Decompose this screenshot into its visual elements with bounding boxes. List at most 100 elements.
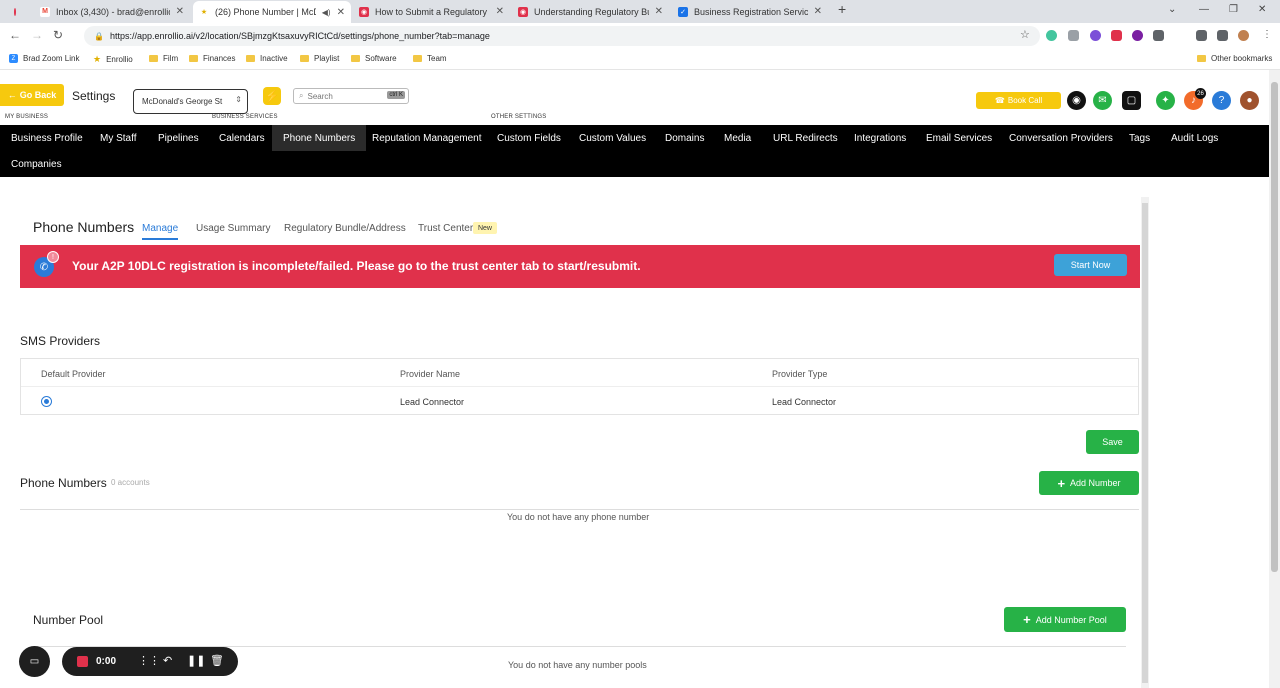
- scrollbar-thumb[interactable]: [1271, 82, 1278, 572]
- shortcut-hint: ctrl K: [387, 91, 405, 99]
- go-back-button[interactable]: ← Go Back: [0, 84, 64, 106]
- recording-timer: 0:00: [96, 656, 117, 667]
- nav-my-staff[interactable]: My Staff: [94, 125, 143, 151]
- browser-tab-phone-number[interactable]: ★ (26) Phone Number | McDon ◀) ✕: [193, 1, 351, 23]
- bookmark-star-icon[interactable]: ☆: [1020, 28, 1030, 41]
- profile-avatar[interactable]: [1238, 30, 1249, 41]
- empty-phone-numbers: You do not have any phone number: [507, 512, 650, 522]
- bookmark-folder[interactable]: Inactive: [246, 54, 288, 63]
- grid-icon[interactable]: ⋮⋮: [138, 654, 160, 667]
- save-button[interactable]: Save: [1086, 430, 1139, 454]
- bookmark-link[interactable]: Z Brad Zoom Link: [9, 54, 79, 63]
- download-icon[interactable]: [1196, 30, 1207, 41]
- bookmark-folder[interactable]: Team: [413, 54, 447, 63]
- chat-icon[interactable]: ✉: [1093, 91, 1112, 110]
- bookmark-folder[interactable]: Finances: [189, 54, 235, 63]
- nav-pipelines[interactable]: Pipelines: [152, 125, 205, 151]
- start-now-button[interactable]: Start Now: [1054, 254, 1127, 276]
- extension-icon[interactable]: [1046, 30, 1057, 41]
- nav-reputation-management[interactable]: Reputation Management: [366, 125, 488, 151]
- page-title: Phone Numbers: [33, 219, 135, 235]
- camera-toggle-icon[interactable]: ▭: [19, 646, 50, 677]
- reload-icon[interactable]: ↻: [53, 28, 63, 42]
- extension-icon[interactable]: [1090, 30, 1101, 41]
- user-avatar[interactable]: ●: [1240, 91, 1259, 110]
- close-window-button[interactable]: ✕: [1258, 4, 1266, 15]
- sms-providers-title: SMS Providers: [20, 334, 101, 348]
- nav-business-profile[interactable]: Business Profile: [5, 125, 89, 151]
- nav-companies[interactable]: Companies: [5, 151, 68, 177]
- nav-conversation-providers[interactable]: Conversation Providers: [1003, 125, 1119, 151]
- nav-email-services[interactable]: Email Services: [920, 125, 998, 151]
- bookmark-folder[interactable]: Playlist: [300, 54, 339, 63]
- nav-url-redirects[interactable]: URL Redirects: [767, 125, 844, 151]
- url-field[interactable]: 🔒 https://app.enrollio.ai/v2/location/SB…: [84, 26, 1040, 46]
- bookmark-label: Software: [365, 54, 397, 63]
- messages-icon[interactable]: ▢: [1122, 91, 1141, 110]
- browser-tab-understanding-bundle[interactable]: ◉ Understanding Regulatory Bundl ✕: [512, 2, 669, 21]
- audio-icon[interactable]: ◀): [322, 8, 331, 17]
- stop-recording-button[interactable]: [77, 656, 88, 667]
- browser-menu-icon[interactable]: ⋮: [1262, 29, 1273, 40]
- content-scrollbar[interactable]: [1141, 197, 1149, 688]
- extensions-puzzle-icon[interactable]: [1153, 30, 1164, 41]
- pause-icon[interactable]: ❚❚: [187, 654, 205, 667]
- browser-tab-gmail[interactable]: M Inbox (3,430) - brad@enrollio.ai ✕: [34, 2, 190, 21]
- book-call-label: Book Call: [1007, 96, 1043, 105]
- add-number-button[interactable]: + Add Number: [1039, 471, 1139, 495]
- number-pool-title: Number Pool: [33, 613, 104, 627]
- restore-button[interactable]: ❐: [1229, 4, 1238, 15]
- nav-domains[interactable]: Domains: [659, 125, 710, 151]
- new-tab-button[interactable]: +: [838, 1, 846, 17]
- nav-phone-numbers[interactable]: Phone Numbers: [272, 125, 367, 151]
- search-icon: ⌕: [299, 91, 304, 100]
- undo-icon[interactable]: ↶: [163, 654, 172, 667]
- close-tab-icon[interactable]: ✕: [496, 6, 504, 17]
- nav-audit-logs[interactable]: Audit Logs: [1165, 125, 1224, 151]
- tab-manage[interactable]: Manage: [142, 223, 179, 240]
- bot-icon[interactable]: ◉: [1067, 91, 1086, 110]
- quick-actions-bolt-icon[interactable]: ⚡: [263, 87, 281, 105]
- tab-search-icon[interactable]: ⌄: [1168, 4, 1176, 15]
- bookmark-folder[interactable]: Film: [149, 54, 178, 63]
- checkbox-icon: ✓: [678, 6, 688, 17]
- trash-icon[interactable]: 🗑: [210, 654, 224, 667]
- announcement-icon[interactable]: ✦: [1156, 91, 1175, 110]
- help-icon[interactable]: ?: [1212, 91, 1231, 110]
- book-call-button[interactable]: ☎ Book Call: [976, 92, 1061, 109]
- tab-usage-summary[interactable]: Usage Summary: [196, 223, 270, 234]
- location-switcher[interactable]: McDonald's George St ⇕: [133, 89, 248, 114]
- bookmark-folder[interactable]: Software: [351, 54, 397, 63]
- close-tab-icon[interactable]: ✕: [655, 6, 663, 17]
- divider: [20, 509, 1139, 510]
- add-number-pool-button[interactable]: + Add Number Pool: [1004, 607, 1126, 632]
- minimize-button[interactable]: —: [1199, 4, 1209, 15]
- scrollbar-thumb[interactable]: [1142, 203, 1148, 683]
- browser-tab-regulatory-bundle[interactable]: ◉ How to Submit a Regulatory Bun ✕: [353, 2, 510, 21]
- nav-custom-values[interactable]: Custom Values: [573, 125, 652, 151]
- extension-icon[interactable]: [1111, 30, 1122, 41]
- default-provider-radio[interactable]: [41, 396, 52, 407]
- search-input[interactable]: [307, 91, 378, 101]
- tab-regulatory-bundle[interactable]: Regulatory Bundle/Address: [284, 223, 406, 234]
- browser-tab-business-registration[interactable]: ✓ Business Registration Service ✕: [672, 2, 828, 21]
- extension-icon[interactable]: [1068, 30, 1079, 41]
- nav-tags[interactable]: Tags: [1123, 125, 1156, 151]
- page-scrollbar[interactable]: [1269, 70, 1280, 688]
- close-tab-icon[interactable]: ✕: [337, 7, 345, 18]
- nav-calendars[interactable]: Calendars: [213, 125, 271, 151]
- nav-integrations[interactable]: Integrations: [848, 125, 912, 151]
- nav-custom-fields[interactable]: Custom Fields: [491, 125, 567, 151]
- back-icon[interactable]: ←: [9, 28, 21, 42]
- nav-media[interactable]: Media: [718, 125, 757, 151]
- gmail-icon: M: [40, 6, 50, 17]
- search-box[interactable]: ⌕ ctrl K: [293, 88, 409, 104]
- close-tab-icon[interactable]: ✕: [814, 6, 822, 17]
- forward-icon[interactable]: →: [31, 28, 43, 42]
- extension-icon[interactable]: [1132, 30, 1143, 41]
- tab-trust-center[interactable]: Trust Center: [418, 223, 473, 234]
- close-tab-icon[interactable]: ✕: [176, 6, 184, 17]
- other-bookmarks-folder[interactable]: Other bookmarks: [1197, 54, 1272, 63]
- side-panel-icon[interactable]: [1217, 30, 1228, 41]
- bookmark-link[interactable]: ★ Enrollio: [93, 54, 133, 65]
